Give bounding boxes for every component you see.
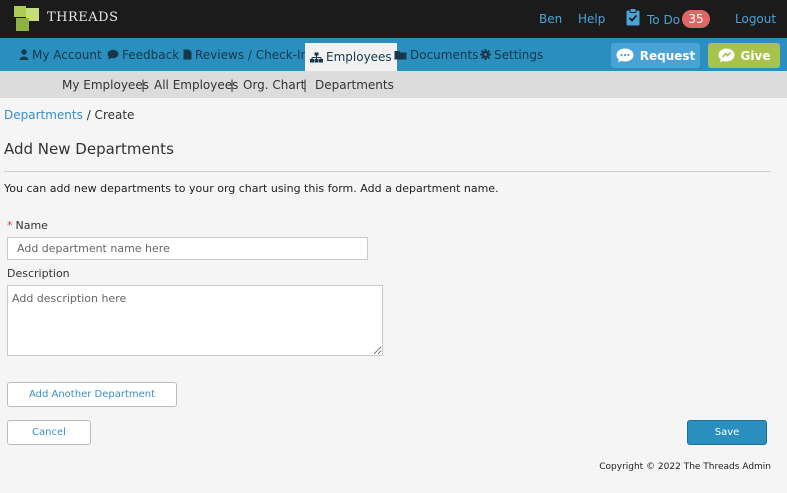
give-label: Give	[740, 48, 771, 63]
subnav-all-employees[interactable]: All Employees	[154, 78, 238, 92]
breadcrumb-departments-link[interactable]: Departments	[4, 108, 83, 122]
nav-my-account[interactable]: My Account	[15, 38, 106, 71]
send-bubble-icon	[718, 48, 735, 63]
todo-link[interactable]: To Do	[647, 13, 680, 27]
org-chart-icon	[310, 52, 323, 62]
folder-icon	[394, 50, 407, 59]
breadcrumb: Departments / Create	[4, 108, 134, 122]
subnav-org-chart[interactable]: Org. Chart	[243, 78, 305, 92]
threads-logo-icon[interactable]	[12, 4, 42, 34]
nav-reviews-check-ins[interactable]: Reviews / Check-Ins	[179, 38, 318, 71]
nav-settings[interactable]: Settings	[476, 38, 547, 71]
name-label: * Name	[7, 219, 48, 232]
nav-label: Reviews / Check-Ins	[195, 47, 315, 62]
nav-label: Feedback	[122, 47, 180, 62]
subnav-separator: |	[230, 78, 235, 92]
divider	[4, 171, 771, 172]
todo-count-badge[interactable]: 35	[682, 10, 710, 28]
clipboard-check-icon[interactable]	[626, 8, 640, 26]
gear-icon	[480, 49, 491, 60]
person-icon	[19, 49, 29, 60]
main-nav: My Account Feedback Reviews / Check-Ins …	[0, 38, 787, 71]
required-asterisk: *	[7, 219, 13, 232]
intro-text: You can add new departments to your org …	[4, 182, 499, 195]
sub-nav: My Employees | All Employees | Org. Char…	[0, 71, 787, 98]
speech-bubble-icon	[616, 48, 634, 63]
footer-copyright: Copyright © 2022 The Threads Admin	[599, 462, 771, 472]
chat-icon	[107, 49, 119, 60]
nav-label: Employees	[326, 50, 392, 64]
nav-feedback[interactable]: Feedback	[103, 38, 183, 71]
document-icon	[183, 49, 192, 60]
nav-employees[interactable]: Employees	[305, 43, 397, 71]
nav-documents[interactable]: Documents	[390, 38, 482, 71]
give-button[interactable]: Give	[708, 43, 780, 68]
page-title: Add New Departments	[4, 140, 174, 158]
subnav-separator: |	[141, 78, 146, 92]
user-menu-link[interactable]: Ben	[539, 12, 562, 26]
help-link[interactable]: Help	[578, 12, 605, 26]
logo-text[interactable]: THREADS	[47, 10, 119, 25]
nav-label: Settings	[494, 47, 544, 62]
nav-label: Documents	[410, 47, 479, 62]
request-label: Request	[639, 48, 696, 63]
subnav-departments[interactable]: Departments	[315, 78, 394, 92]
top-bar: THREADS Ben Help To Do 35 Logout	[0, 0, 787, 38]
nav-label: My Account	[32, 47, 102, 62]
cancel-button[interactable]: Cancel	[7, 420, 91, 445]
subnav-my-employees[interactable]: My Employees	[62, 78, 149, 92]
subnav-separator: |	[303, 78, 308, 92]
add-another-department-button[interactable]: Add Another Department	[7, 382, 177, 407]
description-textarea[interactable]	[7, 285, 383, 356]
department-name-input[interactable]	[7, 237, 368, 260]
description-label: Description	[7, 267, 70, 280]
request-button[interactable]: Request	[611, 43, 700, 68]
logout-link[interactable]: Logout	[735, 12, 776, 26]
breadcrumb-current: / Create	[86, 108, 135, 122]
save-button[interactable]: Save	[687, 420, 767, 445]
